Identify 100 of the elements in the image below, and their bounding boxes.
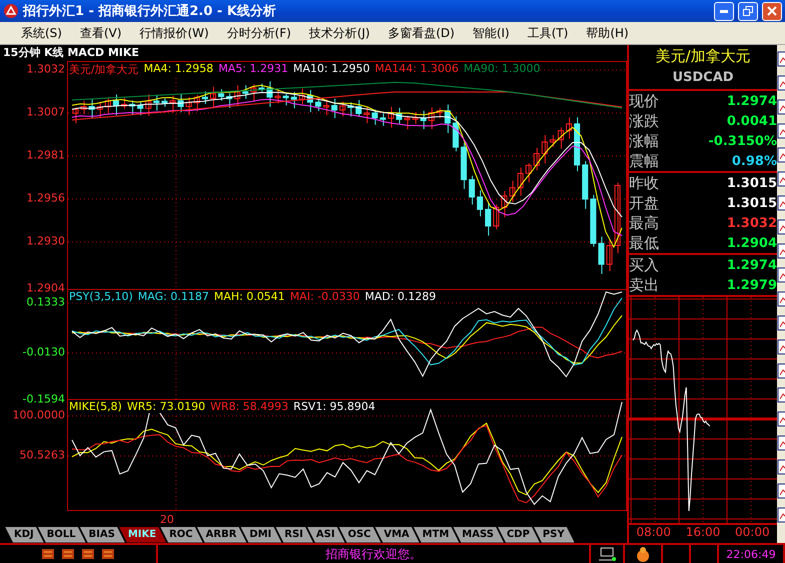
candlestick (129, 100, 136, 116)
candlestick (550, 134, 556, 148)
chart-tool-icon[interactable] (777, 291, 785, 307)
candlestick (574, 116, 580, 172)
chart-tool-icon[interactable] (777, 99, 785, 115)
status-icon[interactable] (41, 548, 55, 560)
legend-text: MA144: 1.3006 (374, 62, 459, 77)
candlestick (444, 104, 451, 134)
axis-label: -0.0130 (22, 346, 65, 358)
candlestick (282, 93, 289, 106)
indicator-tab[interactable]: ARBR (196, 526, 247, 543)
candlestick (104, 97, 111, 114)
candlestick (501, 190, 508, 218)
menu-item[interactable]: 技术分析(J) (300, 24, 379, 42)
menu-item[interactable]: 智能(I) (464, 24, 518, 42)
minimize-icon (720, 10, 728, 12)
axis-label: -0.1594 (22, 392, 65, 406)
chart-tool-icon[interactable] (777, 267, 785, 283)
chart-tool-icon[interactable] (777, 507, 785, 523)
quote-label: 涨幅 (629, 132, 659, 150)
indicator-tab[interactable]: ROC (160, 526, 203, 543)
indicator-tab[interactable]: DMI (240, 526, 282, 543)
status-icon[interactable] (81, 548, 95, 560)
candlestick (606, 238, 612, 272)
time-label: 08:00 (636, 525, 671, 541)
menu-item[interactable]: 分时分析(F) (218, 24, 300, 42)
close-icon (767, 6, 777, 16)
axis-label: 0.1333 (26, 296, 65, 308)
menu-item[interactable]: 多窗看盘(D) (378, 24, 464, 42)
candlestick (112, 94, 120, 116)
chart-tool-icon[interactable] (777, 219, 785, 235)
instrument-name: 美元/加拿大元 (654, 46, 752, 67)
menu-item[interactable]: 工具(T) (518, 24, 578, 42)
chart-tool-icon[interactable] (777, 123, 785, 139)
candlestick (161, 98, 168, 108)
chart-tool-icon[interactable] (777, 171, 785, 187)
quote-label: 开盘 (629, 194, 659, 212)
legend-text: MAH: 0.0541 (214, 290, 285, 303)
quote-label: 昨收 (629, 174, 659, 192)
chart-tool-icon[interactable] (777, 363, 785, 379)
candlestick (88, 99, 95, 119)
menu-item[interactable]: 查看(V) (70, 24, 131, 42)
indicator-tab[interactable]: MIKE (118, 526, 166, 543)
legend-text: MAG: 0.1187 (138, 290, 209, 303)
chart-tool-icon[interactable] (777, 339, 785, 355)
candlestick (598, 236, 604, 274)
chart-tool-icon[interactable] (777, 315, 785, 331)
candlestick (542, 134, 548, 164)
indicator-tab[interactable]: CDP (498, 526, 540, 543)
chart-tool-icon[interactable] (777, 51, 785, 67)
chart-tool-icon[interactable] (777, 435, 785, 451)
restore-icon (743, 6, 753, 16)
candlestick (153, 94, 160, 112)
candlestick (274, 90, 281, 104)
chart-tool-icon[interactable] (777, 147, 785, 163)
menu-item[interactable]: 行情报价(W) (130, 24, 218, 42)
status-icon[interactable] (101, 548, 115, 560)
close-button[interactable] (762, 2, 782, 20)
status-icon[interactable] (61, 548, 75, 560)
indicator-tab[interactable]: OSC (338, 526, 381, 543)
indicator-tab[interactable]: ASI (307, 526, 345, 543)
axis-label: 1.2930 (26, 234, 65, 248)
candlestick (121, 97, 128, 110)
legend-text: WR8: 58.4993 (210, 400, 288, 413)
axis-label: 20 (160, 513, 174, 526)
candlestick (170, 95, 176, 114)
minimize-button[interactable] (714, 2, 734, 20)
quote-label: 震幅 (629, 152, 659, 170)
indicator-tab[interactable]: MASS (453, 526, 504, 543)
indicator-tab[interactable]: KDJ (5, 526, 44, 543)
axis-label: 1.2981 (26, 148, 65, 162)
chart-tool-icon[interactable] (777, 75, 785, 91)
candlestick (614, 182, 620, 254)
candlestick (452, 116, 459, 152)
chart-tool-icon[interactable] (777, 411, 785, 427)
menu-item[interactable]: 系统(S) (12, 24, 71, 42)
clock-time: 22:06:49 (726, 548, 776, 560)
restore-button[interactable] (738, 2, 758, 20)
legend-text: 美元/加拿大元 (69, 62, 139, 77)
chart-tool-icon[interactable] (777, 195, 785, 211)
quote-label: 最低 (629, 234, 659, 252)
candlestick (137, 100, 144, 116)
indicator-tab[interactable]: BOLL (38, 526, 86, 543)
indicator-tab[interactable]: BIAS (80, 526, 125, 543)
chart-tool-icon[interactable] (777, 243, 785, 259)
candlestick (534, 147, 540, 171)
indicator-tab[interactable]: PSY (534, 526, 574, 543)
axis-label: 1.2956 (26, 192, 65, 204)
menu-item[interactable]: 帮助(H) (577, 24, 638, 42)
candlestick (420, 110, 426, 130)
indicator-tab[interactable]: MTM (413, 526, 460, 543)
legend-text: MA10: 1.2950 (293, 62, 370, 77)
chart-tool-icon[interactable] (777, 459, 785, 475)
candlestick (210, 86, 216, 109)
candlestick (298, 88, 306, 105)
chart-tool-icon[interactable] (777, 387, 785, 403)
indicator-tab[interactable]: VMA (374, 526, 420, 543)
candlestick (178, 93, 184, 113)
candlestick (339, 101, 346, 117)
chart-tool-icon[interactable] (777, 483, 785, 499)
